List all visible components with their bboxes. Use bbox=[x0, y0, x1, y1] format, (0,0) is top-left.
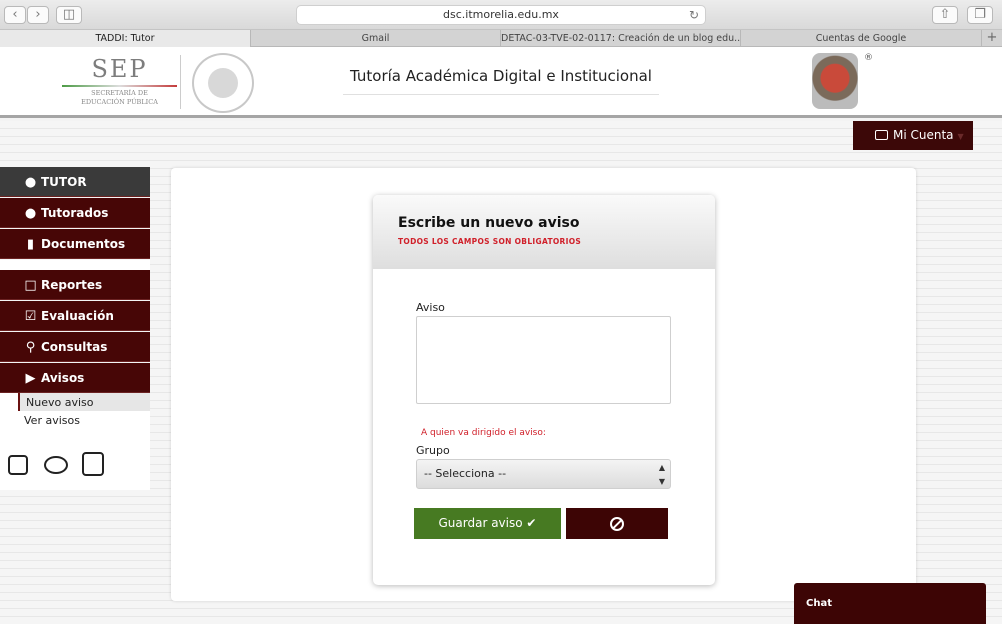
tab-taddi[interactable]: TADDI: Tutor bbox=[0, 30, 251, 47]
sidebar-toggle-button[interactable]: ◫ bbox=[56, 6, 82, 24]
sep-logo-line2: EDUCACIÓN PÚBLICA bbox=[81, 98, 158, 106]
tab-gmail[interactable]: Gmail bbox=[251, 30, 501, 47]
itm-logo: ® bbox=[812, 53, 873, 111]
chevron-down-icon: ▼ bbox=[957, 132, 964, 141]
calendar-check-icon[interactable] bbox=[82, 452, 104, 476]
form-required-note: TODOS LOS CAMPOS SON OBLIGATORIOS bbox=[398, 237, 582, 246]
ban-icon bbox=[610, 517, 624, 531]
tabs-overview-button[interactable]: ❐ bbox=[967, 6, 993, 24]
volume-icon: ▶ bbox=[25, 371, 36, 386]
forward-button[interactable]: › bbox=[27, 6, 49, 24]
sidebar-item-tutor[interactable]: ● TUTOR bbox=[0, 167, 150, 197]
cancel-button[interactable] bbox=[566, 508, 668, 539]
reload-icon[interactable]: ↻ bbox=[689, 6, 699, 24]
header-divider bbox=[180, 55, 181, 109]
sidebar-item-label: Evaluación bbox=[41, 309, 114, 323]
credit-card-icon bbox=[875, 130, 888, 140]
sidebar-item-label: Consultas bbox=[41, 340, 108, 354]
tab-detac[interactable]: DETAC-03-TVE-02-0117: Creación de un blo… bbox=[501, 30, 741, 47]
national-seal-icon bbox=[192, 53, 254, 113]
grupo-select[interactable]: -- Selecciona -- ▲ ▼ bbox=[416, 459, 671, 489]
form-title: Escribe un nuevo aviso bbox=[398, 215, 580, 231]
save-label: Guardar aviso bbox=[438, 516, 523, 530]
sidebar-item-label: Tutorados bbox=[41, 206, 109, 220]
aviso-label: Aviso bbox=[416, 301, 445, 314]
sep-logo-name: SEP bbox=[91, 55, 148, 83]
tab-google-accounts[interactable]: Cuentas de Google bbox=[741, 30, 982, 47]
document-icon: ▮ bbox=[26, 237, 35, 252]
sidebar-item-consultas[interactable]: ⚲ Consultas bbox=[0, 332, 150, 362]
tab-bar: TADDI: Tutor Gmail DETAC-03-TVE-02-0117:… bbox=[0, 30, 1002, 47]
url-text: dsc.itmorelia.edu.mx bbox=[443, 8, 559, 21]
mail-icon[interactable] bbox=[8, 455, 28, 475]
chat-widget[interactable]: Chat bbox=[794, 583, 986, 624]
back-button[interactable]: ‹ bbox=[4, 6, 26, 24]
checkmark-icon: ✔ bbox=[526, 516, 537, 530]
select-arrows-icon: ▲ ▼ bbox=[658, 463, 665, 486]
sidebar-item-label: Reportes bbox=[41, 278, 103, 292]
search-icon: ⚲ bbox=[25, 340, 36, 355]
grupo-selected-value: -- Selecciona -- bbox=[424, 467, 507, 480]
checkbox-icon: ☑ bbox=[24, 309, 37, 324]
chat-bubbles-icon[interactable] bbox=[44, 456, 68, 474]
site-title: Tutoría Académica Digital e Instituciona… bbox=[343, 67, 659, 95]
aviso-textarea[interactable] bbox=[416, 316, 671, 404]
sidebar-gap bbox=[0, 260, 150, 270]
save-notice-button[interactable]: Guardar aviso ✔ bbox=[414, 508, 561, 539]
subnav-item-ver-avisos[interactable]: Ver avisos bbox=[0, 411, 150, 430]
target-hint: A quien va dirigido el aviso: bbox=[421, 428, 546, 438]
user-icon: ● bbox=[24, 175, 37, 190]
sep-logo-line1: SECRETARÍA DE bbox=[91, 89, 148, 97]
sep-logo: SEP SECRETARÍA DE EDUCACIÓN PÚBLICA bbox=[62, 55, 177, 107]
new-tab-button[interactable]: + bbox=[982, 30, 1002, 47]
grupo-label: Grupo bbox=[416, 444, 450, 457]
sidebar-item-avisos[interactable]: ▶ Avisos bbox=[0, 363, 150, 393]
sidebar-item-label: TUTOR bbox=[41, 175, 87, 189]
sidebar-item-evaluacion[interactable]: ☑ Evaluación bbox=[0, 301, 150, 331]
share-button[interactable]: ⇧ bbox=[932, 6, 958, 24]
sidebar-item-label: Avisos bbox=[41, 371, 85, 385]
registered-mark: ® bbox=[864, 53, 873, 63]
sidebar-tools bbox=[0, 440, 150, 490]
folder-icon: □ bbox=[24, 278, 37, 293]
sidebar-item-tutorados[interactable]: ● Tutorados bbox=[0, 198, 150, 228]
subnav-item-nuevo-aviso[interactable]: Nuevo aviso bbox=[18, 393, 150, 412]
itm-gear-icon bbox=[812, 53, 858, 109]
sidebar-item-label: Documentos bbox=[41, 237, 126, 251]
users-icon: ● bbox=[24, 206, 37, 221]
sidebar-item-reportes[interactable]: □ Reportes bbox=[0, 270, 150, 300]
url-bar[interactable]: dsc.itmorelia.edu.mx ↻ bbox=[296, 5, 706, 25]
account-label: Mi Cuenta bbox=[893, 128, 954, 142]
account-menu-button[interactable]: Mi Cuenta ▼ bbox=[853, 121, 973, 150]
sidebar-item-documentos[interactable]: ▮ Documentos bbox=[0, 229, 150, 259]
browser-toolbar: ‹ › ◫ dsc.itmorelia.edu.mx ↻ ⇧ ❐ bbox=[0, 0, 1002, 30]
new-notice-form: Escribe un nuevo aviso TODOS LOS CAMPOS … bbox=[373, 195, 715, 585]
form-header: Escribe un nuevo aviso TODOS LOS CAMPOS … bbox=[373, 195, 715, 269]
site-header: SEP SECRETARÍA DE EDUCACIÓN PÚBLICA Tuto… bbox=[0, 47, 1002, 118]
chat-label: Chat bbox=[806, 598, 832, 609]
